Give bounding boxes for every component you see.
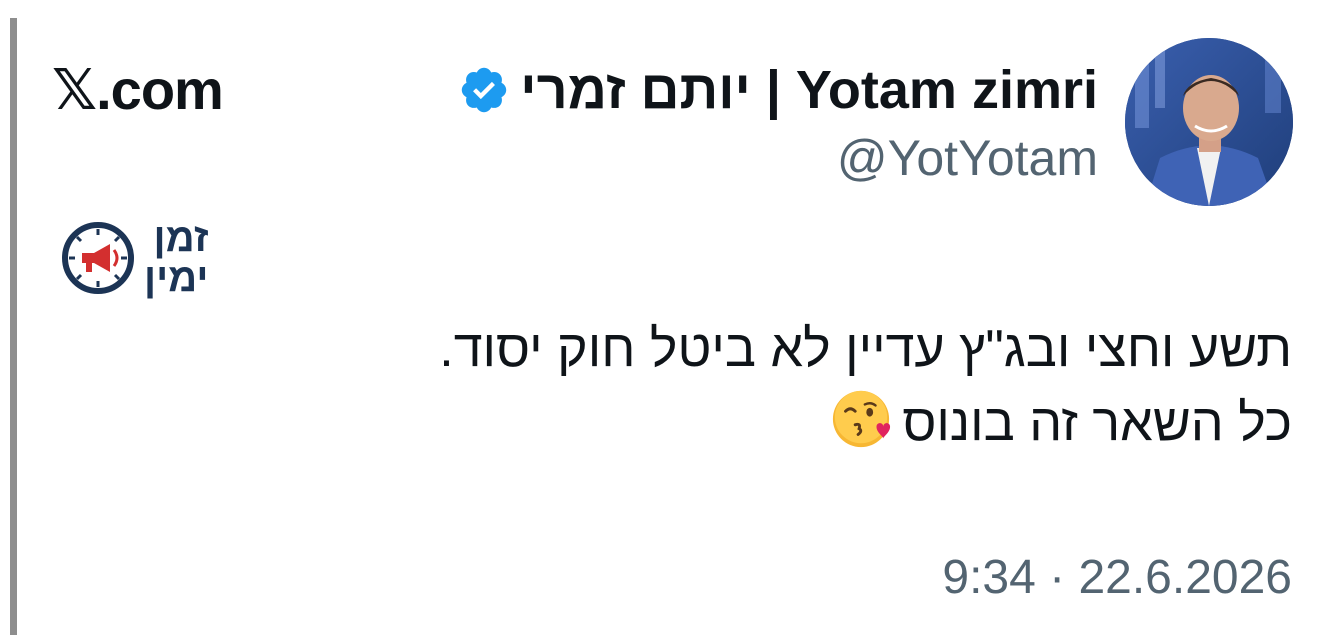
site-label[interactable]: 𝕏.com (52, 58, 224, 122)
tweet-body: תשע וחצי ובג"ץ עדיין לא ביטל חוק יסוד. כ… (439, 312, 1292, 460)
tweet-line-1: תשע וחצי ובג"ץ עדיין לא ביטל חוק יסוד. (439, 320, 1292, 378)
avatar[interactable] (1125, 38, 1293, 206)
author-display-name[interactable]: יותם זמרי | Yotam zimri (520, 58, 1098, 122)
logo-line-1: זמן (153, 215, 209, 260)
channel-logo: זמן ימין (60, 210, 225, 305)
author-row: יותם זמרי | Yotam zimri (458, 58, 1098, 122)
profile-photo-icon (1125, 38, 1293, 206)
tweet-timestamp[interactable]: 9:34 · 22.6.2026 (942, 548, 1292, 608)
author-handle[interactable]: @YotYotam (837, 130, 1098, 186)
tweet-card: 𝕏.com יותם זמרי | Yotam zimri @YotYotam … (0, 0, 1320, 635)
kiss-face-icon (833, 390, 891, 448)
channel-logo-text: זמן ימין (144, 218, 208, 298)
tweet-line-2-text: כל השאר זה בונוס (902, 394, 1292, 452)
logo-line-2: ימין (144, 255, 209, 300)
verified-badge-icon (462, 67, 507, 113)
clock-megaphone-icon (62, 221, 134, 294)
tweet-line-2: כל השאר זה בונוס (439, 386, 1292, 460)
quote-border (10, 18, 17, 635)
